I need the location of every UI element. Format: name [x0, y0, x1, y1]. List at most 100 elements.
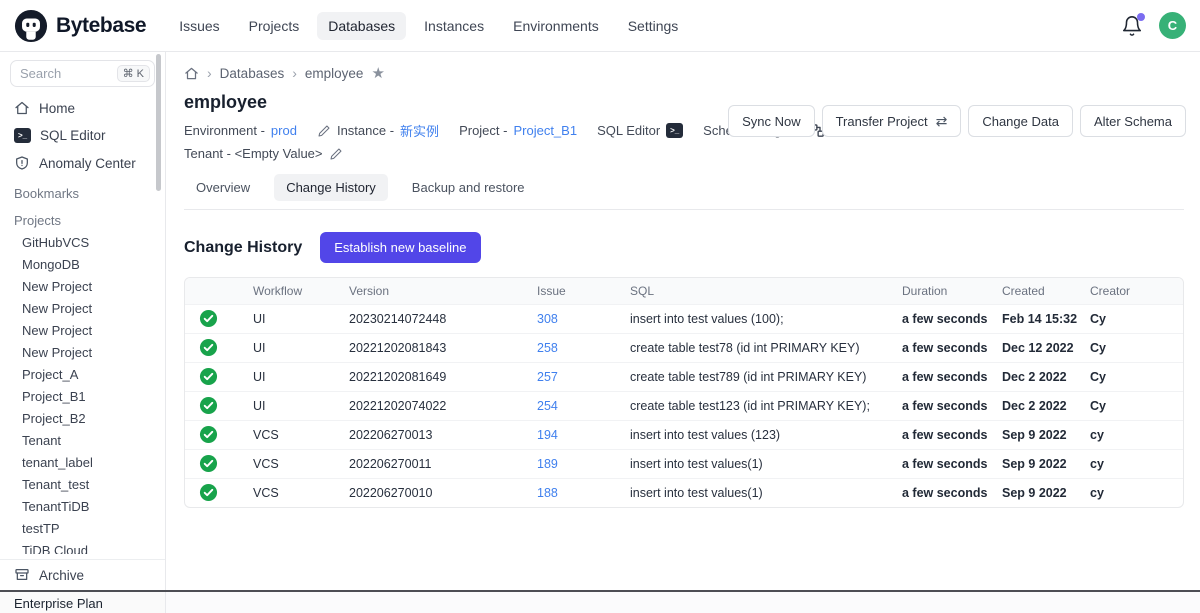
- sidebar-section-bookmarks: Bookmarks: [0, 177, 165, 204]
- sync-now-button[interactable]: Sync Now: [728, 105, 815, 137]
- created-cell: Dec 2 2022: [992, 363, 1080, 392]
- sidebar-item-home[interactable]: Home: [0, 94, 165, 122]
- page-actions: Sync NowTransfer Project⇄Change DataAlte…: [728, 105, 1186, 137]
- tab-overview[interactable]: Overview: [184, 174, 262, 201]
- plan-badge: Enterprise Plan: [0, 592, 166, 613]
- workflow-cell: VCS: [243, 421, 339, 450]
- meta-instance: Instance - 新实例: [317, 121, 439, 140]
- establish-baseline-button[interactable]: Establish new baseline: [320, 232, 480, 263]
- projects-list: GitHubVCSMongoDBNew ProjectNew ProjectNe…: [0, 231, 165, 561]
- main-content: › Databases › employee ★ employee Enviro…: [166, 52, 1200, 613]
- breadcrumb-home-icon[interactable]: [184, 66, 199, 81]
- change-data-button[interactable]: Change Data: [968, 105, 1073, 137]
- sidebar-project-new-project[interactable]: New Project: [0, 341, 165, 363]
- sidebar-project-new-project[interactable]: New Project: [0, 319, 165, 341]
- success-check-icon: [199, 375, 218, 389]
- history-table-head-row: WorkflowVersionIssueSQLDurationCreatedCr…: [185, 278, 1183, 305]
- sidebar-item-label: SQL Editor: [40, 128, 106, 143]
- history-row[interactable]: VCS202206270010188insert into test value…: [185, 479, 1183, 508]
- sidebar-project-project-a[interactable]: Project_A: [0, 363, 165, 385]
- workflow-cell: UI: [243, 334, 339, 363]
- top-navbar: Bytebase Issues ProjectsDatabasesInstance…: [0, 0, 1200, 52]
- issue-link[interactable]: 308: [537, 312, 558, 326]
- sidebar-project-testtp[interactable]: testTP: [0, 517, 165, 539]
- environment-link[interactable]: prod: [271, 123, 297, 138]
- sidebar-scrollbar[interactable]: [156, 54, 161, 191]
- tab-backup-and-restore[interactable]: Backup and restore: [400, 174, 537, 201]
- issue-cell: 254: [527, 392, 620, 421]
- tab-bar: Overview Change History Backup and restore: [184, 174, 1184, 210]
- sidebar-project-tenant-test[interactable]: Tenant_test: [0, 473, 165, 495]
- transfer-project-button[interactable]: Transfer Project⇄: [822, 105, 962, 137]
- bookmark-star-icon[interactable]: ★: [371, 66, 384, 81]
- pen-icon[interactable]: [317, 124, 331, 138]
- sidebar-item-anomaly-center[interactable]: Anomaly Center: [0, 149, 165, 177]
- terminal-icon: >_: [14, 128, 31, 143]
- notifications-bell-icon[interactable]: [1121, 15, 1143, 37]
- issue-link[interactable]: 188: [537, 486, 558, 500]
- sql-cell: insert into test values(1): [620, 479, 892, 508]
- history-row[interactable]: UI20221202081843258create table test78 (…: [185, 334, 1183, 363]
- workflow-cell: UI: [243, 363, 339, 392]
- issue-cell: 258: [527, 334, 620, 363]
- issue-cell: 188: [527, 479, 620, 508]
- user-avatar[interactable]: C: [1159, 12, 1186, 39]
- sidebar-project-new-project[interactable]: New Project: [0, 275, 165, 297]
- nav-item-projects[interactable]: Projects: [238, 12, 311, 40]
- issue-link[interactable]: 257: [537, 370, 558, 384]
- bottom-strip: Enterprise Plan: [0, 590, 1200, 613]
- workflow-cell: VCS: [243, 479, 339, 508]
- sidebar-project-project-b1[interactable]: Project_B1: [0, 385, 165, 407]
- sidebar-project-tenanttidb[interactable]: TenantTiDB: [0, 495, 165, 517]
- database-meta-row-2: Tenant - <Empty Value>: [184, 146, 1184, 161]
- sidebar-project-tenant[interactable]: Tenant: [0, 429, 165, 451]
- version-cell: 20221202074022: [339, 392, 527, 421]
- search-input[interactable]: Search ⌘ K: [10, 60, 155, 87]
- history-row[interactable]: UI20230214072448308insert into test valu…: [185, 305, 1183, 334]
- alter-schema-button[interactable]: Alter Schema: [1080, 105, 1186, 137]
- nav-item-environments[interactable]: Environments: [502, 12, 610, 40]
- search-placeholder: Search: [20, 66, 61, 81]
- history-row[interactable]: VCS202206270013194insert into test value…: [185, 421, 1183, 450]
- archive-icon: [14, 567, 30, 583]
- column-header-issue: Issue: [527, 278, 620, 305]
- sidebar-item-archive[interactable]: Archive: [0, 560, 165, 590]
- sql-cell: create table test123 (id int PRIMARY KEY…: [620, 392, 892, 421]
- instance-link[interactable]: 新实例: [400, 121, 439, 140]
- sql-cell: create table test78 (id int PRIMARY KEY): [620, 334, 892, 363]
- breadcrumb-databases[interactable]: Databases: [220, 66, 285, 81]
- issue-link[interactable]: 258: [537, 341, 558, 355]
- duration-cell: a few seconds: [892, 363, 992, 392]
- sql-editor-icon[interactable]: >_: [666, 123, 683, 138]
- version-cell: 20230214072448: [339, 305, 527, 334]
- success-check-icon: [199, 346, 218, 360]
- duration-cell: a few seconds: [892, 450, 992, 479]
- issue-link[interactable]: 189: [537, 457, 558, 471]
- history-row[interactable]: UI20221202081649257create table test789 …: [185, 363, 1183, 392]
- project-link[interactable]: Project_B1: [513, 123, 577, 138]
- nav-item-settings[interactable]: Settings: [617, 12, 690, 40]
- sidebar-project-mongodb[interactable]: MongoDB: [0, 253, 165, 275]
- column-header-creator: Creator: [1080, 278, 1183, 305]
- nav-item-instances[interactable]: Instances: [413, 12, 495, 40]
- sidebar-project-tenant-label[interactable]: tenant_label: [0, 451, 165, 473]
- creator-cell: cy: [1080, 450, 1183, 479]
- workflow-cell: UI: [243, 305, 339, 334]
- sidebar-project-new-project[interactable]: New Project: [0, 297, 165, 319]
- sidebar-item-sql-editor[interactable]: >_ SQL Editor: [0, 122, 165, 149]
- project-label: Project -: [459, 123, 507, 138]
- edit-pencil-icon[interactable]: [329, 147, 343, 161]
- status-cell: [185, 450, 243, 479]
- issue-link[interactable]: 194: [537, 428, 558, 442]
- nav-item-databases[interactable]: Databases: [317, 12, 406, 40]
- issue-link[interactable]: 254: [537, 399, 558, 413]
- sidebar-project-githubvcs[interactable]: GitHubVCS: [0, 231, 165, 253]
- tab-change-history[interactable]: Change History: [274, 174, 388, 201]
- sidebar-project-project-b2[interactable]: Project_B2: [0, 407, 165, 429]
- bytebase-logo[interactable]: Bytebase: [14, 9, 146, 43]
- history-row[interactable]: VCS202206270011189insert into test value…: [185, 450, 1183, 479]
- nav-item-issues[interactable]: Issues: [168, 12, 230, 40]
- history-row[interactable]: UI20221202074022254create table test123 …: [185, 392, 1183, 421]
- duration-cell: a few seconds: [892, 334, 992, 363]
- created-cell: Sep 9 2022: [992, 450, 1080, 479]
